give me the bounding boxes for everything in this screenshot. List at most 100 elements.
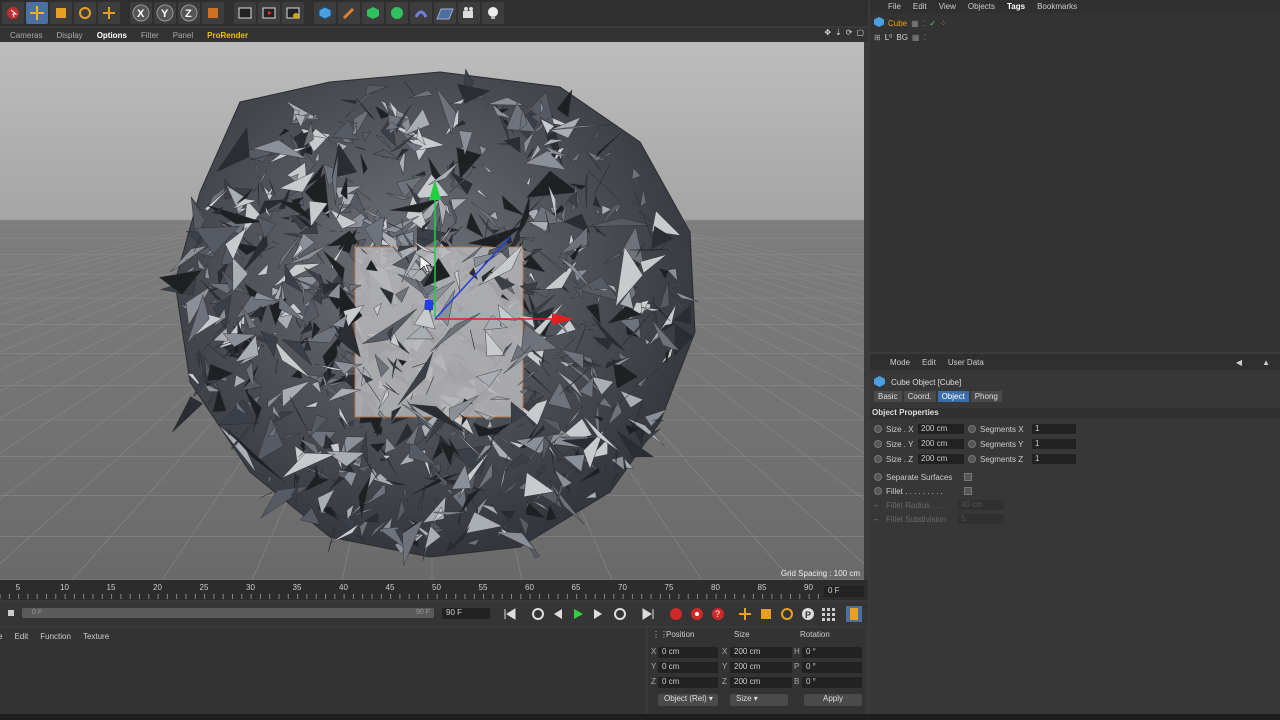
segments-y-input[interactable]: 1	[1032, 439, 1076, 449]
viewport-menu-options[interactable]: Options	[97, 31, 127, 40]
coordinate-mode-dropdown[interactable]: Object (Rel) ▾	[658, 694, 718, 706]
back-arrow-icon[interactable]: ◀	[1236, 358, 1242, 367]
apply-button[interactable]: Apply	[804, 694, 862, 706]
z-axis-lock-icon[interactable]: Z	[178, 2, 200, 24]
visibility-dots-icon[interactable]: ⁚	[923, 33, 926, 42]
end-frame-field[interactable]: 90 F	[442, 608, 490, 619]
cube-primitive-icon[interactable]	[314, 2, 336, 24]
size-z-input[interactable]: 200 cm	[918, 454, 964, 464]
key-position-icon[interactable]	[737, 606, 753, 622]
previous-frame-icon[interactable]	[550, 606, 566, 622]
viewport-menu-cameras[interactable]: Cameras	[10, 31, 42, 40]
size-y-input[interactable]: 200 cm	[918, 439, 964, 449]
viewport-menu-panel[interactable]: Panel	[173, 31, 193, 40]
animate-radio-icon[interactable]	[968, 425, 976, 433]
fillet-radius-input[interactable]: 40 cm	[958, 500, 1004, 510]
key-rotation-icon[interactable]	[779, 606, 795, 622]
animate-radio-icon[interactable]	[874, 455, 882, 463]
up-arrow-icon[interactable]: ▲	[1262, 358, 1270, 367]
tab-object[interactable]: Object	[937, 391, 969, 402]
rot-h-field[interactable]: 0 °	[802, 647, 862, 658]
floor-environment-icon[interactable]	[434, 2, 456, 24]
layer-icon[interactable]: ▦	[912, 33, 920, 42]
keyframe-selection-icon[interactable]: ?	[710, 606, 726, 622]
object-name[interactable]: BG	[896, 33, 908, 42]
move-tool-icon[interactable]	[26, 2, 48, 24]
size-x-input[interactable]: 200 cm	[918, 424, 964, 434]
goto-end-icon[interactable]	[640, 606, 656, 622]
om-menu-edit[interactable]: Edit	[913, 2, 927, 11]
next-frame-icon[interactable]	[590, 606, 606, 622]
layer-icon[interactable]: ▦	[911, 19, 919, 28]
autokeying-icon[interactable]	[689, 606, 705, 622]
tab-coord[interactable]: Coord.	[903, 391, 936, 402]
visibility-dots-icon[interactable]: ⁚	[923, 19, 926, 28]
animate-radio-icon[interactable]	[874, 487, 882, 495]
animate-radio-icon[interactable]	[874, 440, 882, 448]
om-menu-view[interactable]: View	[939, 2, 956, 11]
viewport-menu-display[interactable]: Display	[56, 31, 82, 40]
x-axis-lock-icon[interactable]: X	[130, 2, 152, 24]
rotate-tool-icon[interactable]	[74, 2, 96, 24]
pos-z-field[interactable]: 0 cm	[658, 677, 718, 688]
material-menu-function[interactable]: Function	[40, 632, 71, 641]
subdivision-surface-icon[interactable]	[362, 2, 384, 24]
pos-x-field[interactable]: 0 cm	[658, 647, 718, 658]
play-forward-icon[interactable]	[570, 606, 586, 622]
animate-radio-icon[interactable]	[874, 425, 882, 433]
light-icon[interactable]	[482, 2, 504, 24]
fillet-checkbox[interactable]	[964, 487, 972, 495]
key-point-level-icon[interactable]	[820, 606, 836, 622]
tab-basic[interactable]: Basic	[874, 391, 902, 402]
toggle-view-icon[interactable]: ▢	[856, 28, 864, 37]
om-menu-tags[interactable]: Tags	[1007, 2, 1025, 11]
timeline-ruler[interactable]: 5 10 15 20 25 30 35 40 45 50 55 60 65 70 75 80 85 90 0 F	[0, 580, 868, 600]
size-mode-dropdown[interactable]: Size ▾	[730, 694, 788, 706]
animate-radio-icon[interactable]	[968, 440, 976, 448]
pos-y-field[interactable]: 0 cm	[658, 662, 718, 673]
size-x-field[interactable]: 200 cm	[730, 647, 792, 658]
enabled-check-icon[interactable]: ✓	[929, 19, 936, 28]
scale-tool-icon[interactable]	[50, 2, 72, 24]
goto-start-icon[interactable]	[502, 606, 518, 622]
material-menu-file[interactable]: e	[0, 632, 2, 641]
transform-tool-icon[interactable]	[98, 2, 120, 24]
animate-radio-icon[interactable]	[968, 455, 976, 463]
am-menu-mode[interactable]: Mode	[890, 358, 910, 367]
current-frame-field[interactable]: 0 F	[824, 586, 864, 597]
3d-viewport[interactable]: Grid Spacing : 100 cm	[0, 42, 864, 580]
goto-previous-key-icon[interactable]	[530, 606, 546, 622]
fillet-subdivision-input[interactable]: 5	[958, 514, 1004, 524]
object-name[interactable]: Cube	[888, 19, 907, 28]
segments-x-input[interactable]: 1	[1032, 424, 1076, 434]
rot-p-field[interactable]: 0 °	[802, 662, 862, 673]
viewport-menu-prorender[interactable]: ProRender	[207, 31, 248, 40]
object-row-bg[interactable]: ⊞ L⁰ BG ▦ ⁚	[874, 31, 926, 43]
frame-range-slider[interactable]: 0 F 90 F	[22, 608, 434, 618]
separate-surfaces-checkbox[interactable]	[964, 473, 972, 481]
dolly-view-icon[interactable]: ⇣	[835, 28, 842, 37]
key-scale-icon[interactable]	[758, 606, 774, 622]
live-selection-icon[interactable]	[2, 2, 24, 24]
am-menu-user-data[interactable]: User Data	[948, 358, 984, 367]
y-axis-lock-icon[interactable]: Y	[154, 2, 176, 24]
om-menu-file[interactable]: File	[888, 2, 901, 11]
render-settings-icon[interactable]	[282, 2, 304, 24]
camera-icon[interactable]	[458, 2, 480, 24]
om-menu-objects[interactable]: Objects	[968, 2, 995, 11]
rot-b-field[interactable]: 0 °	[802, 677, 862, 688]
viewport-menu-filter[interactable]: Filter	[141, 31, 159, 40]
render-picture-viewer-icon[interactable]	[258, 2, 280, 24]
record-active-objects-icon[interactable]	[668, 606, 684, 622]
size-y-field[interactable]: 200 cm	[730, 662, 792, 673]
tag-icon[interactable]: ⁘	[940, 19, 947, 28]
goto-next-key-icon[interactable]	[612, 606, 628, 622]
pen-spline-icon[interactable]	[338, 2, 360, 24]
animate-radio-icon[interactable]	[874, 473, 882, 481]
material-menu-edit[interactable]: Edit	[14, 632, 28, 641]
object-row-cube[interactable]: Cube ▦ ⁚ ✓ ⁘	[874, 17, 947, 29]
coordinate-system-icon[interactable]	[202, 2, 224, 24]
timeline-window-icon[interactable]	[846, 606, 862, 622]
deformer-icon[interactable]	[410, 2, 432, 24]
key-parameter-icon[interactable]: P	[800, 606, 816, 622]
